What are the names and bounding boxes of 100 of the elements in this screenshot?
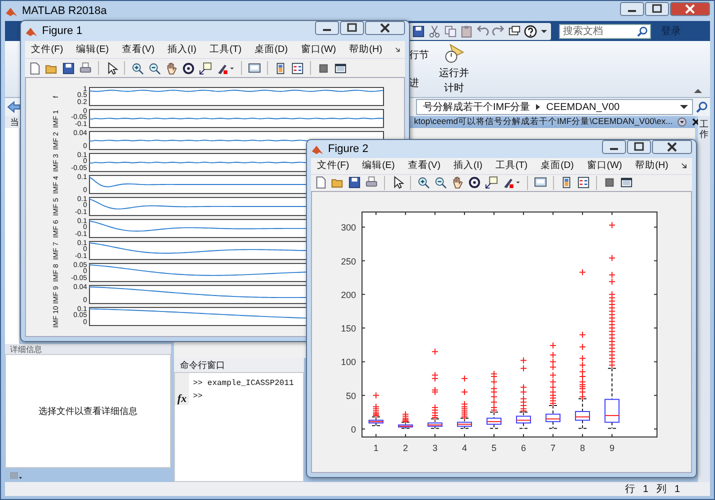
zoom-in-icon[interactable]: [131, 62, 144, 74]
tick-label: 100: [340, 357, 356, 368]
search-icon: [637, 26, 648, 36]
status-label: 列: [656, 483, 666, 496]
collapse-ribbon-icon[interactable]: [694, 88, 702, 94]
zoom-out-icon[interactable]: [148, 62, 161, 74]
maximize-button[interactable]: [340, 21, 364, 35]
colorbar-icon[interactable]: [274, 62, 287, 74]
options-icon[interactable]: [676, 117, 687, 127]
tick-label: 0: [350, 424, 356, 434]
scissors-icon[interactable]: [428, 24, 441, 38]
menu-item[interactable]: 帮助(H): [349, 43, 382, 56]
legend-icon[interactable]: [577, 176, 590, 190]
panel-title: 命令行窗口: [180, 358, 225, 372]
close-button[interactable]: [652, 140, 692, 154]
data-cursor-icon[interactable]: [199, 62, 212, 74]
save-icon[interactable]: [348, 176, 361, 190]
windows-icon[interactable]: [508, 24, 521, 38]
run-and-time-button[interactable]: 运行并 计时: [437, 43, 471, 95]
workspace-tab[interactable]: 工作: [700, 120, 708, 140]
tick-label: 3: [432, 443, 438, 453]
close-button[interactable]: [670, 1, 710, 17]
hide-tools-icon[interactable]: [317, 62, 330, 74]
hide-tools-icon[interactable]: [603, 176, 616, 190]
brush-icon[interactable]: [502, 176, 521, 190]
menu-item[interactable]: 工具(T): [495, 159, 528, 172]
command-window[interactable]: fx >> example_ICASSP2011 >>: [174, 372, 304, 482]
panel-title: 当: [10, 117, 19, 127]
new-file-icon[interactable]: [314, 176, 327, 190]
status-label: 行: [624, 483, 635, 496]
plot-tools-icon[interactable]: [620, 176, 633, 190]
menu-item[interactable]: 查看(V): [122, 43, 154, 56]
tick-label: 50: [346, 390, 356, 401]
panel-title: 详细信息: [10, 345, 42, 354]
menu-item[interactable]: 插入(I): [167, 43, 196, 56]
menu-item[interactable]: 编辑(E): [76, 43, 109, 56]
print-icon[interactable]: [365, 176, 378, 190]
tick-label: 9: [610, 443, 614, 453]
menu-item[interactable]: 工具(T): [209, 43, 242, 56]
print-preview-icon[interactable]: [534, 176, 547, 190]
menu-item[interactable]: 窗口(W): [586, 159, 622, 172]
dropdown-caret-icon[interactable]: [540, 27, 548, 35]
dock-icon[interactable]: [681, 162, 688, 170]
minimize-button[interactable]: [620, 1, 644, 17]
save-icon[interactable]: [412, 24, 425, 38]
ribbon-label[interactable]: 进: [409, 76, 429, 90]
menu-item[interactable]: 编辑(E): [362, 159, 395, 172]
close-icon[interactable]: [690, 117, 701, 127]
menu-item[interactable]: 窗口(W): [300, 43, 336, 56]
zoom-out-icon[interactable]: [434, 176, 447, 190]
hand-icon[interactable]: [451, 176, 464, 190]
print-preview-icon[interactable]: [248, 62, 261, 74]
window-title: Figure 1: [42, 25, 82, 37]
minimize-button[interactable]: [315, 21, 339, 35]
command-prompt: >>: [193, 392, 204, 401]
maximize-button[interactable]: [645, 1, 669, 17]
print-icon[interactable]: [79, 62, 92, 74]
tick-label: 300: [340, 222, 356, 233]
hand-icon[interactable]: [165, 62, 178, 74]
plot-tools-icon[interactable]: [334, 62, 347, 74]
search-field[interactable]: 搜索文档: [559, 24, 651, 38]
dropdown-caret-icon[interactable]: [680, 104, 688, 110]
menu-item[interactable]: 插入(I): [453, 159, 482, 172]
zoom-in-icon[interactable]: [417, 176, 430, 190]
redo-icon[interactable]: [492, 24, 505, 38]
tick-label: 6: [521, 443, 526, 453]
close-button[interactable]: [365, 21, 405, 35]
maximize-button[interactable]: [627, 140, 651, 154]
layout-icon[interactable]: [9, 470, 23, 480]
status-value: 1: [642, 484, 648, 494]
tick-label: 1: [374, 443, 378, 453]
menu-item[interactable]: 文件(F): [317, 159, 350, 172]
function-browser-button[interactable]: fx: [175, 373, 189, 405]
help-icon[interactable]: [524, 24, 537, 38]
new-file-icon[interactable]: [28, 62, 41, 74]
undo-icon[interactable]: [476, 24, 489, 38]
clipboard-icon[interactable]: [460, 24, 473, 38]
status-value: 1: [674, 484, 680, 494]
minimize-button[interactable]: [602, 140, 626, 154]
stopwatch-icon: [443, 43, 465, 65]
menu-item[interactable]: 帮助(H): [635, 159, 668, 172]
breadcrumb-arrow-icon: [535, 103, 542, 111]
tick-label: 2: [403, 443, 408, 453]
data-cursor-icon[interactable]: [485, 176, 498, 190]
search-icon[interactable]: [696, 101, 708, 113]
window-title: MATLAB R2018a: [22, 5, 107, 17]
tick-label: 150: [340, 324, 356, 334]
menu-item[interactable]: 查看(V): [408, 159, 440, 172]
menu-item[interactable]: 文件(F): [31, 43, 64, 56]
address-field[interactable]: 号分解成若干个IMF分量 CEEMDAN_V00: [416, 99, 693, 115]
tick-label: 4: [462, 443, 467, 453]
menu-item[interactable]: 桌面(D): [254, 43, 288, 56]
copy-icon[interactable]: [444, 24, 457, 38]
dock-icon[interactable]: [395, 46, 401, 54]
tick-label: 250: [340, 256, 356, 266]
back-arrow-icon[interactable]: [7, 101, 21, 113]
legend-icon[interactable]: [291, 62, 304, 74]
save-icon[interactable]: [62, 62, 75, 74]
colorbar-icon[interactable]: [560, 176, 573, 190]
menu-item[interactable]: 桌面(D): [540, 159, 574, 172]
